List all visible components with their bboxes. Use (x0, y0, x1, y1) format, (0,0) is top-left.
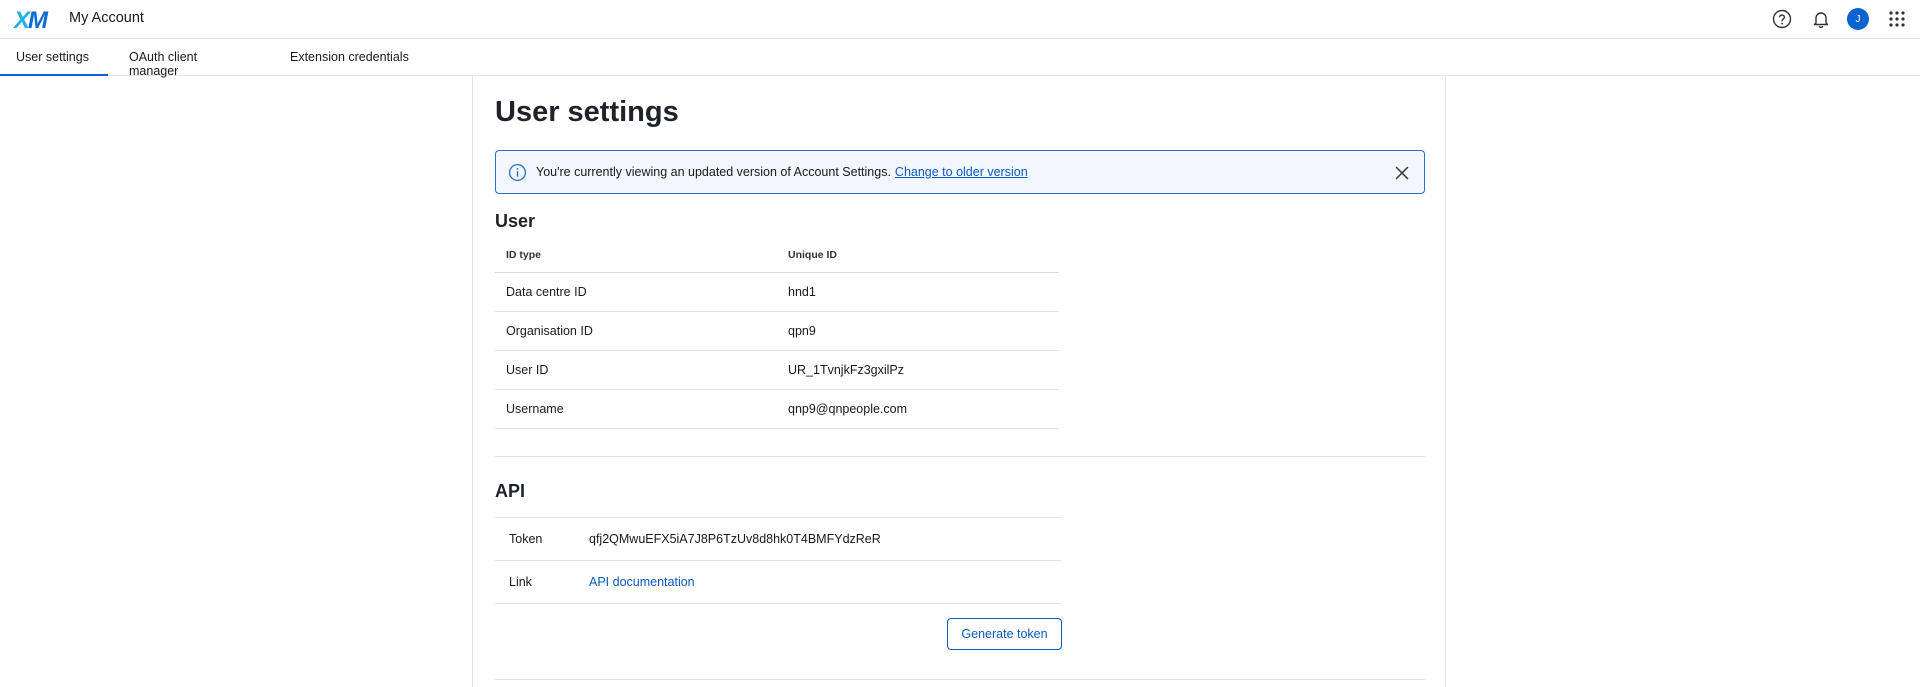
tab-extension-credentials[interactable]: Extension credentials (274, 40, 444, 76)
xm-logo[interactable]: XM (14, 7, 48, 35)
unique-id-cell: UR_1TvnjkFz3gxilPz (777, 350, 1059, 390)
table-row: Organisation ID qpn9 (495, 311, 1059, 351)
user-section-heading: User (495, 211, 536, 231)
app-grid-icon[interactable] (1885, 7, 1909, 31)
id-type-cell: Data centre ID (495, 272, 777, 312)
unique-id-cell: qnp9@qnpeople.com (777, 389, 1059, 429)
tab-bar: User settings OAuth client manager Exten… (0, 40, 1920, 78)
top-bar: XM My Account J (0, 0, 1920, 39)
page-title: User settings (495, 96, 679, 128)
app-title: My Account (69, 10, 144, 26)
tab-oauth-client-manager[interactable]: OAuth client manager (113, 40, 263, 78)
id-type-cell: Username (495, 389, 777, 429)
bell-icon[interactable] (1809, 7, 1833, 31)
info-icon (508, 163, 527, 182)
generate-token-button[interactable]: Generate token (947, 618, 1062, 650)
column-header-unique-id: Unique ID (777, 239, 1059, 273)
link-label: Link (495, 560, 589, 604)
table-row: Link API documentation (495, 560, 1061, 604)
help-icon[interactable] (1770, 7, 1794, 31)
info-banner: You're currently viewing an updated vers… (495, 150, 1425, 194)
api-section-heading: API (495, 481, 526, 501)
table-header-row: ID type Unique ID (495, 239, 1059, 273)
column-header-id-type: ID type (495, 239, 777, 273)
link-value-cell: API documentation (589, 560, 1061, 604)
tab-user-settings[interactable]: User settings (0, 40, 108, 76)
main-content: User settings You're currently viewing a… (472, 76, 1446, 687)
table-row: User ID UR_1TvnjkFz3gxilPz (495, 350, 1059, 390)
unique-id-cell: hnd1 (777, 272, 1059, 312)
table-row: Username qnp9@qnpeople.com (495, 389, 1059, 429)
token-label: Token (495, 517, 589, 561)
close-icon[interactable] (1392, 163, 1412, 183)
token-value: qfj2QMwuEFX5iA7J8P6TzUv8d8hk0T4BMFYdzReR (589, 517, 1061, 561)
user-id-table: ID type Unique ID Data centre ID hnd1 Or… (495, 239, 1059, 429)
id-type-cell: Organisation ID (495, 311, 777, 351)
unique-id-cell: qpn9 (777, 311, 1059, 351)
avatar[interactable]: J (1847, 8, 1869, 30)
section-divider (495, 679, 1425, 680)
change-to-older-version-link[interactable]: Change to older version (895, 165, 1028, 179)
banner-message: You're currently viewing an updated vers… (536, 165, 1028, 179)
table-row: Data centre ID hnd1 (495, 272, 1059, 312)
id-type-cell: User ID (495, 350, 777, 390)
section-divider (495, 456, 1425, 457)
api-documentation-link[interactable]: API documentation (589, 575, 695, 589)
api-table: Token qfj2QMwuEFX5iA7J8P6TzUv8d8hk0T4BMF… (495, 517, 1061, 604)
table-row: Token qfj2QMwuEFX5iA7J8P6TzUv8d8hk0T4BMF… (495, 517, 1061, 561)
